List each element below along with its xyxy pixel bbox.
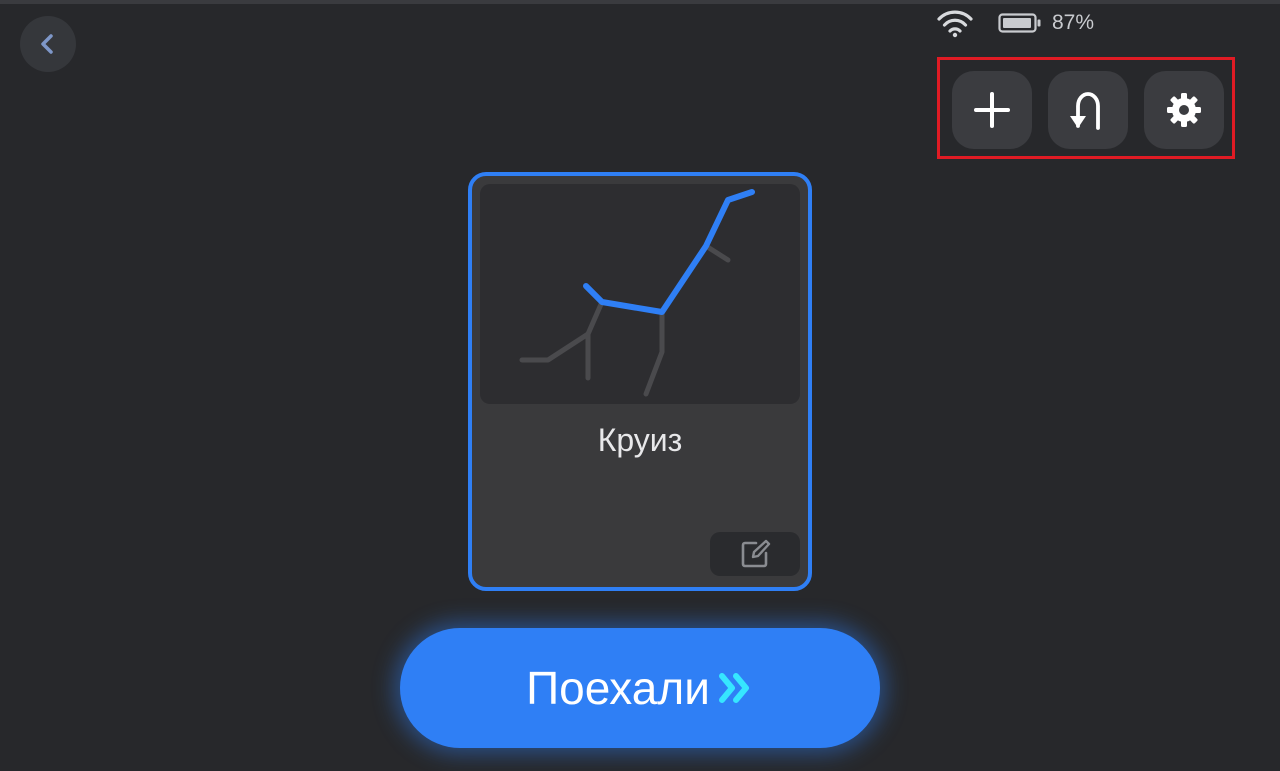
status-bar: 87%	[930, 6, 1094, 40]
battery-percent: 87%	[1052, 11, 1095, 34]
double-chevron-right-icon	[716, 668, 754, 708]
map-paths	[519, 243, 731, 397]
gear-icon	[1167, 93, 1201, 127]
go-button[interactable]: Поехали	[400, 628, 880, 748]
go-button-label: Поехали	[526, 662, 710, 714]
route-path	[583, 189, 755, 315]
route-card[interactable]: Круиз	[468, 172, 812, 591]
route-title: Круиз	[597, 422, 683, 458]
action-toolbar	[937, 57, 1235, 159]
return-button[interactable]	[1048, 71, 1128, 149]
top-edge	[0, 0, 1280, 4]
edit-button[interactable]	[710, 532, 800, 576]
chevron-left-icon	[41, 34, 53, 54]
back-button[interactable]	[20, 16, 76, 72]
settings-button[interactable]	[1144, 71, 1224, 149]
add-button[interactable]	[952, 71, 1032, 149]
plus-icon	[974, 92, 1010, 128]
u-turn-arrow-icon	[1070, 92, 1100, 130]
edit-icon	[741, 539, 771, 568]
route-map-preview	[480, 184, 800, 404]
battery-icon	[998, 12, 1044, 34]
wifi-icon	[930, 6, 980, 40]
